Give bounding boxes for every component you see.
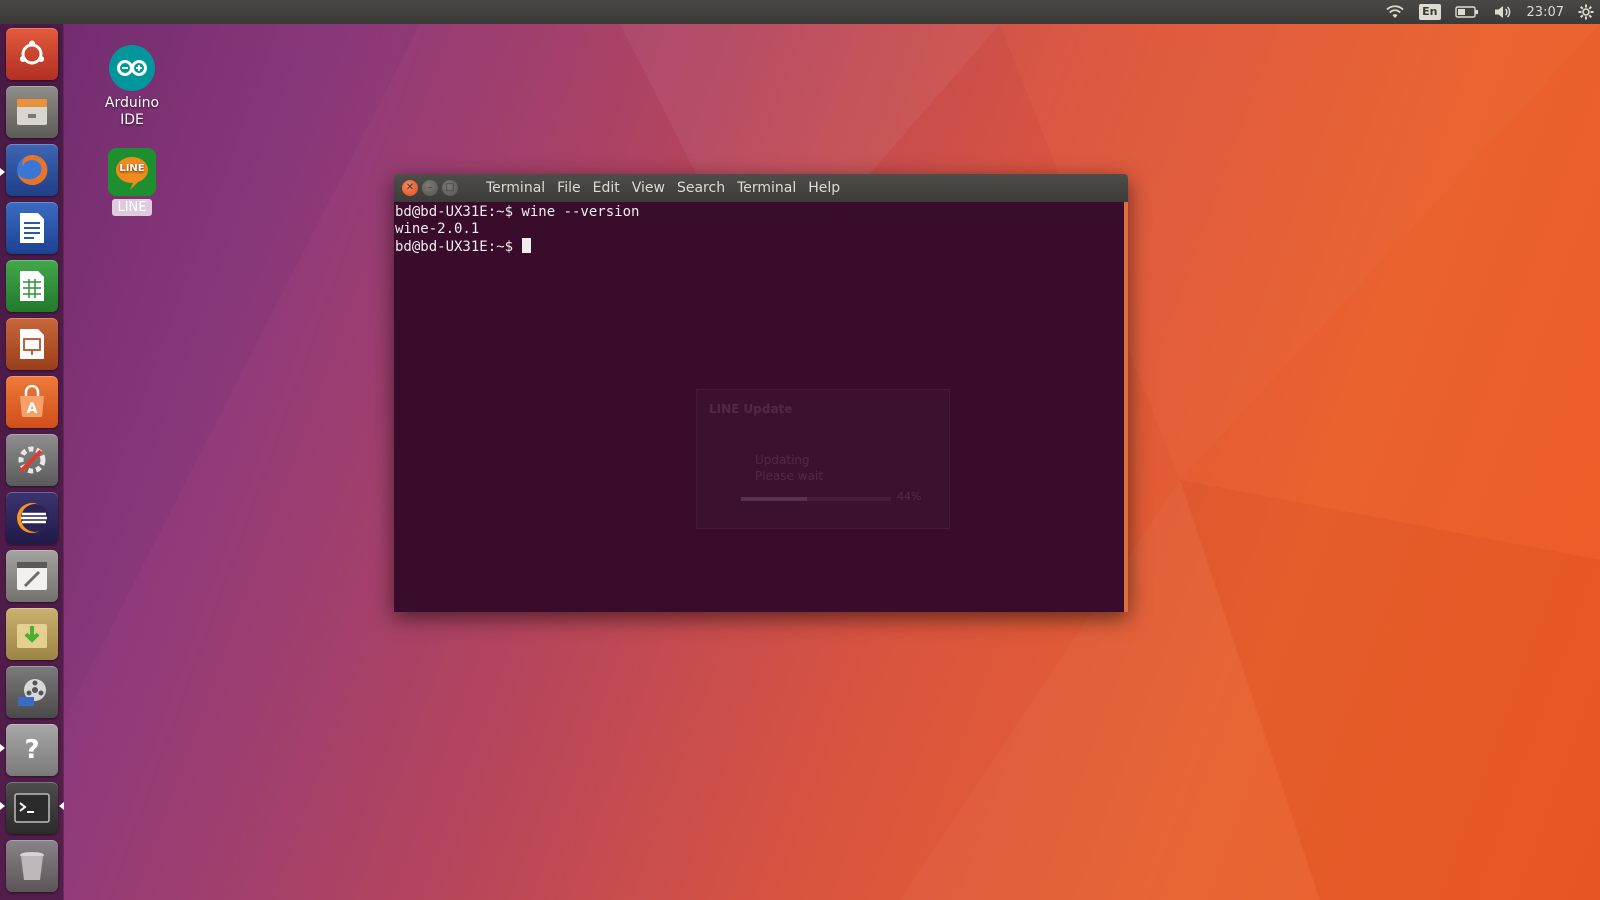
shopping-bag-icon: A [20, 385, 44, 417]
desktop-icon-arduino[interactable]: Arduino IDE [92, 44, 172, 129]
close-icon[interactable]: ✕ [402, 180, 418, 196]
launcher-system-settings[interactable] [6, 434, 58, 486]
clock[interactable]: 23:07 [1527, 5, 1564, 20]
file-cabinet-icon [17, 99, 47, 125]
svg-text:A: A [27, 401, 38, 417]
dialog-progress-label: 44% [897, 490, 922, 503]
help-question-icon: ? [24, 735, 40, 765]
minimize-icon[interactable]: – [422, 180, 438, 196]
text-cursor [522, 238, 532, 253]
wifi-icon[interactable] [1385, 0, 1405, 24]
battery-icon[interactable] [1454, 0, 1479, 24]
line-app-icon-text: LINE [119, 163, 145, 174]
window-title: Terminal [486, 180, 546, 196]
eclipse-icon [17, 503, 49, 533]
launcher-libreoffice-impress[interactable] [6, 318, 58, 370]
launcher-help[interactable]: ? [6, 724, 58, 776]
trash-icon [20, 852, 44, 880]
dialog-message: Updating Please wait [755, 453, 823, 483]
keyboard-layout-label: En [1419, 4, 1441, 20]
terminal-output[interactable]: LINE Update Updating Please wait 44% bd@… [394, 202, 1128, 612]
launcher-archive-manager[interactable] [6, 608, 58, 660]
desktop-icon-label: LINE [112, 199, 152, 216]
menu-edit[interactable]: Edit [587, 180, 626, 196]
ubuntu-logo-icon [19, 40, 45, 65]
launcher-files[interactable] [6, 86, 58, 138]
menu-file[interactable]: File [551, 180, 586, 196]
session-gear-icon[interactable] [1578, 0, 1594, 24]
terminal-titlebar[interactable]: ✕ – □ Terminal File Edit View Search Ter… [394, 174, 1128, 202]
arduino-icon [109, 45, 155, 91]
menu-view[interactable]: View [626, 180, 671, 196]
menu-search[interactable]: Search [671, 180, 731, 196]
desktop-icon-label: Arduino IDE [104, 95, 160, 128]
firefox-icon [17, 154, 48, 185]
menu-help[interactable]: Help [802, 180, 846, 196]
maximize-icon[interactable]: □ [442, 180, 458, 196]
terminal-prompt: bd@bd-UX31E:~$ [395, 239, 522, 255]
launcher-media-tools[interactable] [6, 666, 58, 718]
launcher-ubuntu-software[interactable]: A [6, 376, 58, 428]
launcher-eclipse[interactable] [6, 492, 58, 544]
settings-wrench-icon [18, 446, 46, 474]
line-app-icon: LINE [108, 148, 156, 196]
tools-window-icon [17, 562, 47, 590]
launcher-system-tools[interactable] [6, 550, 58, 602]
keyboard-layout-indicator[interactable]: En [1419, 0, 1441, 24]
running-indicator [0, 744, 5, 752]
terminal-prompt-line: bd@bd-UX31E:~$ [395, 238, 1124, 255]
launcher-trash[interactable] [6, 840, 58, 892]
spreadsheet-icon [20, 271, 44, 301]
background-update-dialog: LINE Update Updating Please wait 44% [696, 389, 950, 529]
terminal-window[interactable]: ✕ – □ Terminal File Edit View Search Ter… [394, 174, 1128, 612]
running-indicator [0, 802, 5, 810]
film-reel-icon [18, 679, 46, 706]
launcher-libreoffice-calc[interactable] [6, 260, 58, 312]
active-indicator [59, 802, 64, 810]
launcher-terminal[interactable] [6, 782, 58, 834]
volume-icon[interactable] [1493, 0, 1513, 24]
presentation-icon [20, 329, 44, 359]
archive-download-icon [17, 624, 47, 648]
terminal-menubar: Terminal File Edit View Search Terminal … [480, 180, 846, 196]
running-indicator [0, 168, 5, 176]
terminal-line: wine-2.0.1 [395, 221, 480, 237]
dialog-title: LINE Update [709, 402, 793, 416]
launcher-firefox[interactable] [6, 144, 58, 196]
document-icon [20, 213, 44, 243]
dialog-progress-bar [741, 497, 891, 501]
top-panel: En 23:07 [0, 0, 1600, 24]
launcher: A ? [0, 24, 64, 900]
launcher-ubuntu-dash[interactable] [6, 28, 58, 80]
dialog-progress-fill [741, 497, 807, 501]
terminal-icon [14, 793, 50, 823]
desktop-icon-line[interactable]: LINE LINE [92, 148, 172, 216]
menu-terminal[interactable]: Terminal [731, 180, 802, 196]
launcher-libreoffice-writer[interactable] [6, 202, 58, 254]
terminal-line: bd@bd-UX31E:~$ wine --version [395, 204, 640, 220]
